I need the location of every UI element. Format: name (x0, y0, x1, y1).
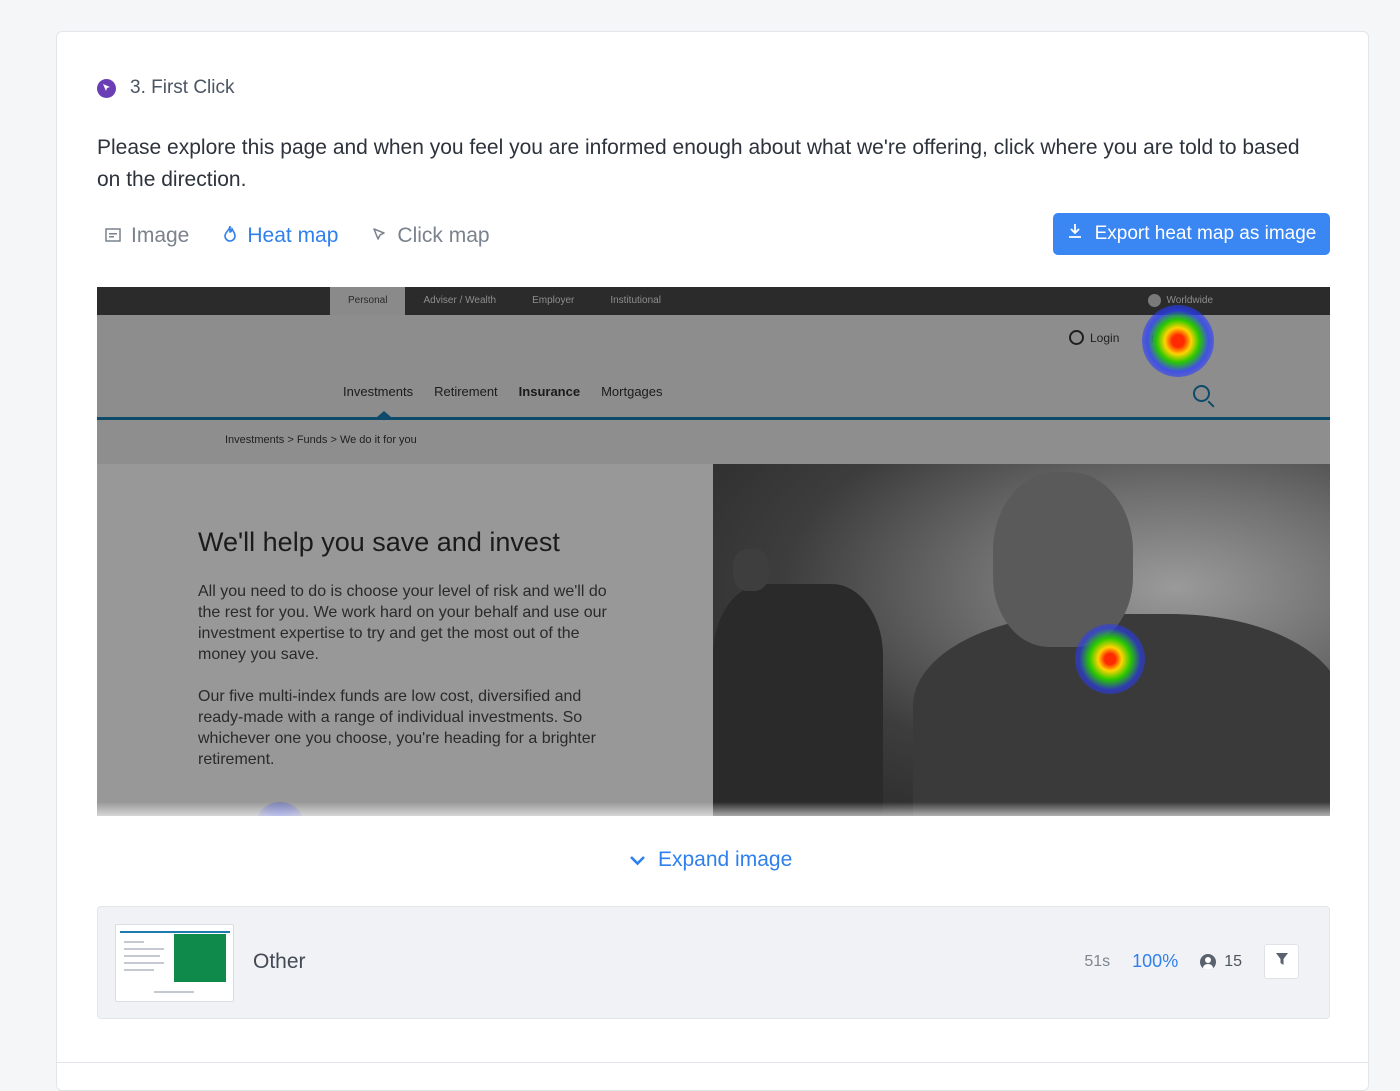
result-participants: 15 (1200, 953, 1242, 971)
export-button-label: Export heat map as image (1094, 223, 1317, 244)
site-header (97, 315, 1330, 419)
site-main-nav-item: Mortgages (601, 384, 663, 399)
globe-icon (1147, 294, 1161, 307)
cursor-click-icon (97, 78, 116, 98)
site-top-nav-item: Institutional (610, 295, 661, 306)
thumbnail-line (124, 962, 164, 964)
site-login-label: Login (1090, 330, 1120, 345)
chevron-down-icon (629, 848, 646, 872)
thumbnail-bar (120, 931, 230, 933)
filter-button[interactable] (1264, 944, 1299, 979)
site-top-bar (97, 287, 1330, 315)
image-fade (97, 802, 1330, 816)
view-tabs: Image Heat map Click map (105, 224, 490, 248)
tab-heat-map[interactable]: Heat map (223, 224, 338, 248)
user-icon (1200, 953, 1217, 970)
site-main-nav-item: Retirement (434, 384, 498, 399)
thumbnail-line (124, 941, 144, 943)
photo-mannequin (713, 584, 883, 816)
site-main-nav: Investments Retirement Insurance Mortgag… (343, 384, 663, 399)
thumbnail-line (124, 948, 164, 950)
download-icon (1067, 223, 1083, 245)
result-stats: 51s 100% 15 (1084, 944, 1299, 979)
site-worldwide-label: Worldwide (1166, 295, 1214, 306)
thumbnail-line (124, 969, 154, 971)
heat-map-screenshot[interactable]: Personal Adviser / Wealth Employer Insti… (97, 287, 1330, 816)
site-top-nav: Personal Adviser / Wealth Employer Insti… (330, 287, 679, 315)
site-hero-paragraph: All you need to do is choose your level … (198, 583, 607, 663)
site-hero-title: We'll help you save and invest (198, 527, 560, 557)
result-percent: 100% (1132, 951, 1179, 971)
photo-tailor-body (913, 614, 1330, 816)
flame-icon (223, 224, 237, 248)
result-label: Other (253, 950, 306, 973)
site-breadcrumb-bar: Investments > Funds > We do it for you (97, 420, 1330, 464)
tab-heat-map-label: Heat map (247, 224, 339, 247)
search-icon (1193, 385, 1210, 402)
cursor-icon (372, 224, 387, 248)
thumbnail-line (154, 991, 194, 993)
image-icon (105, 224, 121, 248)
site-breadcrumb: Investments > Funds > We do it for you (225, 434, 417, 446)
tab-click-map[interactable]: Click map (372, 224, 490, 248)
site-top-nav-item: Adviser / Wealth (423, 295, 497, 306)
task-card: 3. First Click Please explore this page … (56, 31, 1369, 1091)
result-participant-count: 15 (1224, 952, 1242, 970)
result-time: 51s (1084, 952, 1111, 970)
export-heat-map-button[interactable]: Export heat map as image (1053, 213, 1330, 255)
result-thumbnail (115, 924, 234, 1002)
site-contact: ntact (1151, 331, 1178, 345)
expand-image-button[interactable]: Expand image (629, 848, 792, 872)
site-hero-photo (713, 464, 1330, 816)
site-hero-paragraph: Our five multi-index funds are low cost,… (198, 688, 596, 768)
site-worldwide: Worldwide (1147, 294, 1214, 307)
expand-image-label: Expand image (658, 848, 793, 871)
card-divider (57, 1062, 1368, 1063)
user-icon (1069, 330, 1084, 345)
thumbnail-panel (174, 934, 226, 982)
site-login: Login (1069, 330, 1119, 345)
site-top-nav-item: Employer (532, 295, 575, 306)
photo-mannequin-neck (733, 549, 769, 591)
task-header: 3. First Click (97, 77, 235, 99)
site-main-nav-item: Investments (343, 384, 414, 399)
filter-icon (1275, 952, 1289, 971)
task-question: Please explore this page and when you fe… (97, 136, 1300, 191)
result-row[interactable]: Other 51s 100% 15 (97, 906, 1330, 1019)
tab-image-label: Image (131, 224, 190, 247)
site-main-nav-item: Insurance (518, 384, 581, 399)
site-top-nav-item: Personal (330, 287, 406, 315)
site-hero-text: We'll help you save and invest All you n… (97, 464, 713, 816)
tab-click-map-label: Click map (397, 224, 490, 247)
tab-image[interactable]: Image (105, 224, 189, 248)
photo-tailor-head (993, 472, 1133, 647)
task-title: 3. First Click (130, 77, 235, 98)
thumbnail-line (124, 955, 160, 957)
